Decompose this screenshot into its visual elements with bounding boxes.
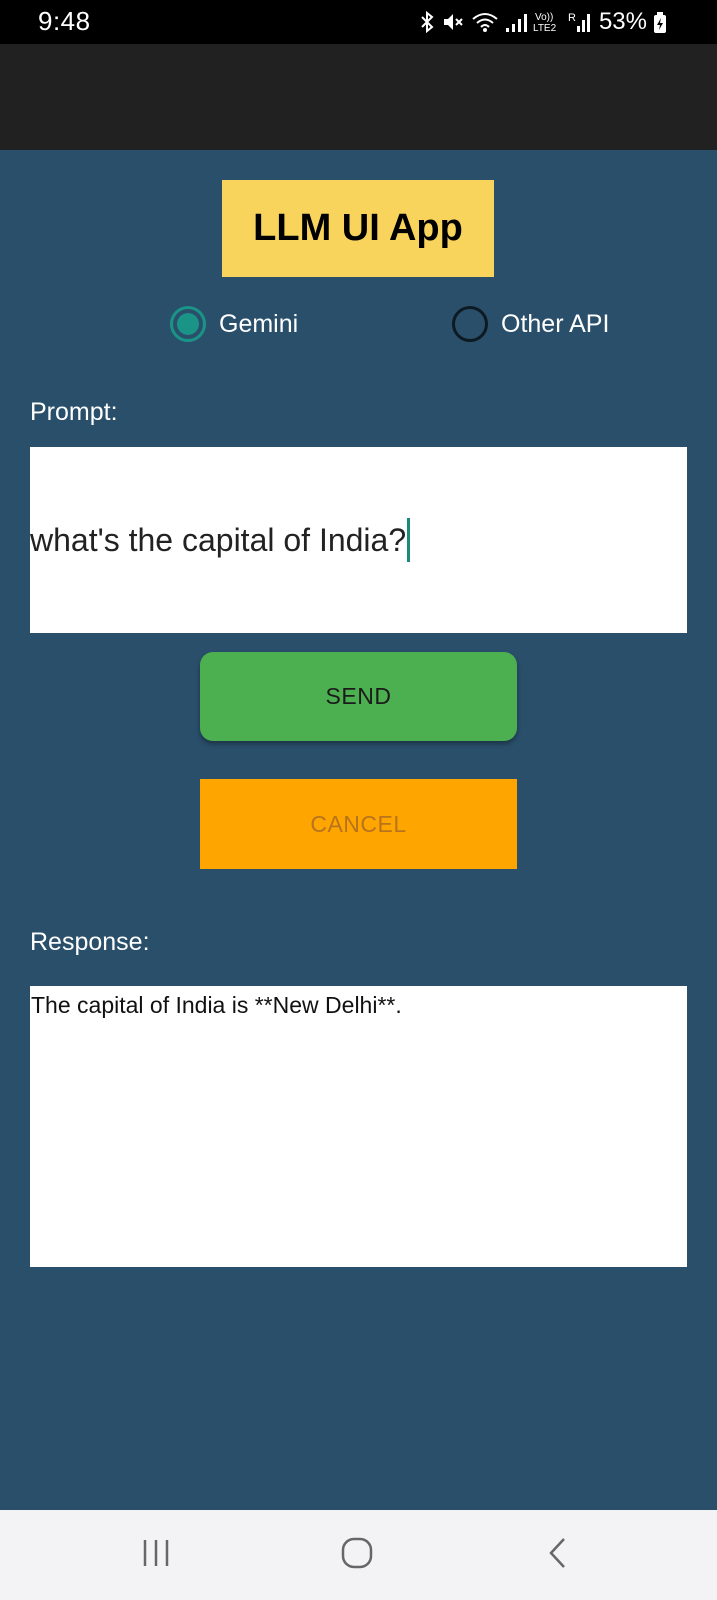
wifi-icon: [471, 10, 499, 34]
send-button[interactable]: SEND: [200, 652, 517, 741]
navigation-bar: [0, 1510, 717, 1600]
battery-percentage: 53%: [598, 8, 647, 35]
back-button[interactable]: [528, 1530, 588, 1580]
response-label: Response:: [30, 928, 150, 956]
app-title-banner: LLM UI App: [222, 180, 494, 277]
svg-text:LTE2: LTE2: [533, 23, 557, 34]
home-button[interactable]: [327, 1530, 387, 1580]
response-output[interactable]: The capital of India is **New Delhi**.: [30, 986, 687, 1267]
radio-checked-icon[interactable]: [170, 306, 206, 342]
radio-gemini[interactable]: Gemini: [170, 306, 298, 342]
bluetooth-icon: [419, 10, 435, 34]
radio-unchecked-icon[interactable]: [452, 306, 488, 342]
svg-text:Vo)): Vo)): [535, 12, 553, 23]
recents-button[interactable]: [126, 1530, 186, 1580]
status-bar: 9:48 Vo)) LTE2 R 53%: [0, 0, 717, 44]
roaming-signal-icon: R: [567, 10, 591, 34]
status-time: 9:48: [38, 6, 91, 36]
back-icon: [546, 1536, 570, 1575]
text-cursor: [407, 518, 411, 562]
home-icon: [340, 1536, 374, 1575]
cancel-button[interactable]: CANCEL: [200, 779, 517, 869]
radio-dot: [177, 313, 199, 335]
app-bar: [0, 44, 717, 150]
radio-other-api[interactable]: Other API: [452, 306, 609, 342]
prompt-label: Prompt:: [30, 398, 118, 426]
signal-icon: [505, 10, 527, 34]
prompt-input[interactable]: what's the capital of India?: [30, 447, 687, 633]
radio-gemini-label[interactable]: Gemini: [219, 310, 298, 339]
prompt-input-text: what's the capital of India?: [30, 521, 407, 558]
svg-text:R: R: [568, 12, 576, 24]
status-icons: Vo)) LTE2 R 53%: [419, 8, 667, 36]
response-text: The capital of India is **New Delhi**.: [31, 992, 402, 1018]
mute-icon: [441, 10, 465, 34]
battery-charging-icon: [653, 10, 667, 34]
volte-icon: Vo)) LTE2: [533, 10, 561, 34]
recents-icon: [139, 1537, 173, 1574]
radio-other-api-label[interactable]: Other API: [501, 310, 609, 339]
app-title: LLM UI App: [253, 207, 463, 249]
